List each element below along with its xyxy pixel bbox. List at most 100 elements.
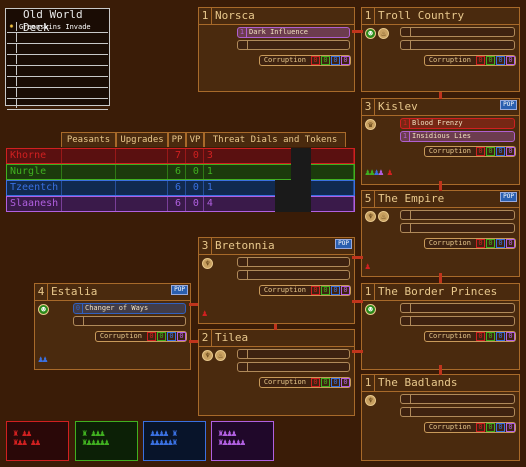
wheat-icon[interactable]: ♆ <box>365 211 376 222</box>
corruption-count: 0 <box>496 332 505 341</box>
card-slot[interactable] <box>400 407 515 417</box>
region-resistance: 1 <box>362 284 375 300</box>
table-header: Upgrades <box>116 132 168 147</box>
region-bretonnia[interactable]: 3 Bretonnia POP ♆ Corruption 0 0 0 0 ♟ <box>198 237 355 324</box>
card-slot[interactable] <box>73 316 186 326</box>
ruinous-card[interactable]: 1 Dark Influence <box>237 27 350 38</box>
populous-badge: POP <box>171 285 188 295</box>
corruption-count: 0 <box>311 286 320 295</box>
power-name: Khorne <box>7 149 62 163</box>
nurgle-cultists-icon: ♜ ♟♟♟ ♜♟♟♟♟♟ <box>82 429 109 448</box>
corruption-tracker: Corruption 0 0 0 0 <box>258 55 351 66</box>
card-slot[interactable] <box>237 362 350 372</box>
card-slot[interactable] <box>400 40 515 50</box>
table-header: VP <box>186 132 204 147</box>
card-slot[interactable] <box>237 270 350 280</box>
link <box>352 300 363 303</box>
wheat-icon[interactable]: ♆ <box>202 350 213 361</box>
card-slot[interactable] <box>400 316 515 326</box>
corruption-count: 0 <box>321 286 330 295</box>
region-resistance: 1 <box>362 8 375 24</box>
crown-icon[interactable]: ♛ <box>365 119 376 130</box>
corruption-count: 0 <box>311 56 320 65</box>
populous-badge: POP <box>500 100 517 110</box>
region-name: Kislev <box>378 100 418 113</box>
power-points: 7 <box>168 149 186 163</box>
card-slot[interactable] <box>400 303 515 313</box>
link <box>274 324 277 330</box>
deck-card[interactable] <box>7 33 108 44</box>
chalice-icon[interactable]: ♨ <box>378 28 389 39</box>
corruption-count: 0 <box>476 147 485 156</box>
region-empire[interactable]: 5 The Empire POP ♆ ♨ Corruption 0 0 0 0 ♟ <box>361 190 520 277</box>
peasants-cell <box>62 197 117 211</box>
card-name: Blood Frenzy <box>412 119 463 127</box>
ork-icon[interactable]: ☻ <box>38 304 49 315</box>
card-slot[interactable] <box>237 349 350 359</box>
corruption-tracker: Corruption 0 0 0 0 <box>423 422 516 433</box>
tzeentch-reserve: ♟♟♟♟ ♜ ♟♟♟♟♟♜ <box>143 421 206 461</box>
corruption-count: 0 <box>496 239 505 248</box>
region-resistance: 5 <box>362 191 375 207</box>
card-slot[interactable] <box>400 210 515 220</box>
ruinous-card[interactable]: 0 Changer of Ways <box>73 303 186 314</box>
card-cost: 1 <box>401 119 410 128</box>
region-badlands[interactable]: 1 The Badlands ♆ Corruption 0 0 0 0 <box>361 374 520 461</box>
corruption-count: 0 <box>331 378 340 387</box>
corruption-count: 0 <box>476 423 485 432</box>
card-slot[interactable] <box>237 40 350 50</box>
upgrades-cell <box>116 181 169 195</box>
chalice-icon[interactable]: ♨ <box>378 211 389 222</box>
deck-slot-cap <box>7 99 17 108</box>
region-resistance: 3 <box>362 99 375 115</box>
wheat-icon[interactable]: ♆ <box>202 258 213 269</box>
corruption-count: 0 <box>177 332 186 341</box>
card-slot[interactable] <box>400 27 515 37</box>
ork-icon[interactable]: ☻ <box>365 28 376 39</box>
chalice-icon[interactable]: ♨ <box>215 350 226 361</box>
corruption-count: 0 <box>321 56 330 65</box>
cultist-figures-icon: ♟♟ <box>38 355 48 365</box>
tzeentch-cultists-icon: ♟♟♟♟ ♜ ♟♟♟♟♟♜ <box>150 429 177 448</box>
corruption-count: 0 <box>496 147 505 156</box>
deck-card[interactable] <box>7 55 108 66</box>
card-slot[interactable] <box>400 223 515 233</box>
region-tilea[interactable]: 2 Tilea ♆ ♨ Corruption 0 0 0 0 <box>198 329 355 416</box>
region-norsca[interactable]: 1 Norsca 1 Dark Influence Corruption 0 0 0 0 <box>198 7 355 92</box>
victory-points: 0 <box>186 197 204 211</box>
card-slot-cap <box>238 350 248 358</box>
deck-card[interactable] <box>7 99 108 110</box>
deck-slot-cap <box>7 44 17 53</box>
region-title: 1 Norsca <box>199 8 354 25</box>
ruinous-card[interactable]: 1 Insidious Lies <box>400 131 515 142</box>
wheat-icon[interactable]: ♆ <box>365 395 376 406</box>
victory-points: 0 <box>186 165 204 179</box>
region-border[interactable]: 1 The Border Princes ☻ Corruption 0 0 0 0 <box>361 283 520 370</box>
deck-slot-cap <box>7 33 17 42</box>
deck-card[interactable] <box>7 44 108 55</box>
card-slot[interactable] <box>237 257 350 267</box>
nurgle-reserve: ♜ ♟♟♟ ♜♟♟♟♟♟ <box>75 421 138 461</box>
link <box>189 303 198 306</box>
region-kislev[interactable]: 3 Kislev POP ♛ 1 Blood Frenzy 1 Insidious Lies C… <box>361 98 520 185</box>
region-troll[interactable]: 1 Troll Country ☻ ♨ Corruption 0 0 0 0 <box>361 7 520 92</box>
corruption-count: 0 <box>341 56 350 65</box>
corruption-count: 0 <box>506 423 515 432</box>
region-resistance: 2 <box>199 330 212 346</box>
region-estalia[interactable]: 4 Estalia POP ☻ 0 Changer of Ways Corruption 0 0… <box>34 283 191 370</box>
region-name: Estalia <box>51 285 98 298</box>
corruption-count: 0 <box>486 56 495 65</box>
ork-icon[interactable]: ☻ <box>365 304 376 315</box>
ruinous-card[interactable]: 1 Blood Frenzy <box>400 118 515 129</box>
corruption-count: 0 <box>486 423 495 432</box>
deck-card[interactable] <box>7 88 108 99</box>
corruption-count: 0 <box>506 239 515 248</box>
region-name: The Border Princes <box>378 285 498 298</box>
deck-card[interactable]: ✸ Greenskins Invade <box>7 22 108 33</box>
card-name: Dark Influence <box>249 28 309 36</box>
deck-slot-cap <box>7 88 17 97</box>
deck-card[interactable] <box>7 77 108 88</box>
link <box>439 365 442 375</box>
deck-card[interactable] <box>7 66 108 77</box>
card-slot[interactable] <box>400 394 515 404</box>
